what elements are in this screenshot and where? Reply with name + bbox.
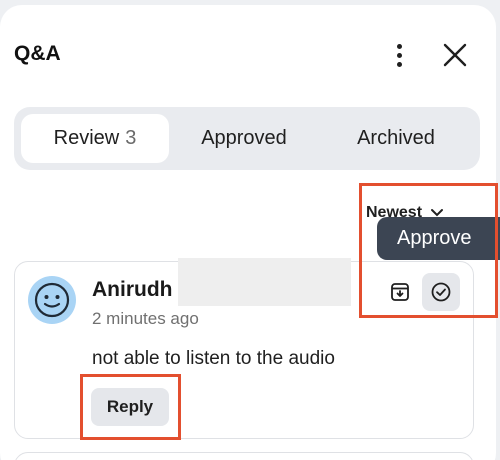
more-vertical-icon (396, 43, 402, 49)
redacted-area (178, 258, 351, 306)
question-time: 2 minutes ago (92, 309, 199, 328)
tab-archived[interactable]: Archived (322, 114, 470, 163)
tab-review[interactable]: Review 3 (21, 114, 169, 163)
tab-review-label: Review (53, 127, 120, 149)
more-options-button[interactable] (384, 38, 414, 72)
smiley-avatar-icon (28, 276, 76, 324)
close-button[interactable] (441, 41, 469, 69)
approve-highlight-box (359, 183, 498, 318)
next-question-card (14, 452, 474, 460)
question-text: not able to listen to the audio (92, 348, 335, 369)
tab-archived-label: Archived (357, 127, 435, 149)
close-icon (443, 43, 467, 67)
question-author: Anirudh (92, 278, 173, 301)
panel-title: Q&A (14, 42, 61, 65)
reply-highlight-box (80, 374, 181, 440)
tab-bar: Review 3 Approved Archived (14, 107, 480, 170)
tab-approved[interactable]: Approved (172, 114, 316, 163)
tab-review-count: 3 (125, 127, 137, 149)
tab-approved-label: Approved (201, 127, 287, 149)
avatar (27, 275, 77, 325)
